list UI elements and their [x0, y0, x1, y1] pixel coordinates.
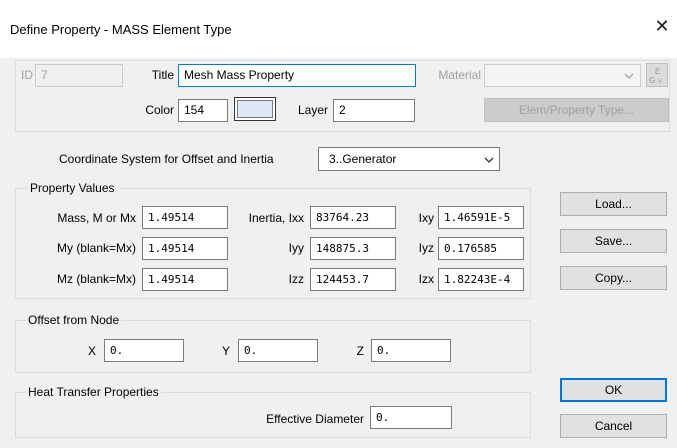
cancel-button[interactable]: Cancel: [560, 414, 667, 438]
save-button[interactable]: Save...: [560, 229, 667, 253]
offset-legend: Offset from Node: [26, 312, 122, 328]
layer-input[interactable]: 2: [333, 99, 415, 122]
effective-diameter-label: Effective Diameter: [266, 412, 364, 426]
color-swatch-button[interactable]: [234, 97, 276, 121]
load-button[interactable]: Load...: [560, 192, 667, 216]
iyy-input[interactable]: 148875.3: [310, 237, 396, 260]
offset-y-label: Y: [221, 344, 230, 358]
chevron-down-icon: [624, 73, 634, 79]
window-title: Define Property - MASS Element Type: [10, 22, 232, 37]
iyz-label: Iyz: [418, 241, 434, 255]
id-field: 7: [35, 64, 123, 87]
material-combo: [484, 64, 641, 87]
mass-label: Mass, M or Mx: [57, 211, 136, 225]
title-label: Title: [151, 68, 174, 82]
coord-label: Coordinate System for Offset and Inertia: [59, 152, 274, 166]
copy-button[interactable]: Copy...: [560, 266, 667, 290]
material-library-icon: E G ν: [649, 67, 662, 85]
offset-z-input[interactable]: 0.: [371, 339, 451, 362]
elem-property-type-button: Elem/Property Type...: [484, 98, 669, 122]
chevron-down-icon: [484, 157, 494, 163]
offset-x-input[interactable]: 0.: [104, 339, 184, 362]
ixx-input[interactable]: 83764.23: [310, 206, 396, 229]
layer-label: Layer: [297, 103, 328, 117]
offset-y-input[interactable]: 0.: [238, 339, 318, 362]
mz-label: Mz (blank=Mx): [56, 272, 136, 286]
coord-system-select[interactable]: 3..Generator: [318, 147, 500, 171]
svg-text:G: G: [649, 76, 655, 85]
offset-z-label: Z: [356, 344, 364, 358]
iyz-input[interactable]: 0.176585: [438, 237, 524, 260]
offset-x-label: X: [87, 344, 96, 358]
effective-diameter-input[interactable]: 0.: [370, 406, 452, 429]
ixy-input[interactable]: 1.46591E-5: [438, 206, 524, 229]
my-input[interactable]: 1.49514: [142, 237, 228, 260]
svg-text:ν: ν: [658, 76, 662, 85]
color-swatch: [237, 100, 273, 118]
material-browse-button: E G ν: [646, 63, 668, 87]
coord-system-value: 3..Generator: [329, 152, 397, 166]
property-values-legend: Property Values: [28, 180, 117, 196]
iyy-label: Iyy: [288, 241, 304, 255]
svg-text:E: E: [655, 67, 660, 76]
izz-input[interactable]: 124453.7: [310, 268, 396, 291]
color-input[interactable]: 154: [178, 99, 228, 122]
title-input[interactable]: Mesh Mass Property: [178, 64, 416, 87]
mass-input[interactable]: 1.49514: [142, 206, 228, 229]
izz-label: Izz: [288, 272, 304, 286]
ixy-label: Ixy: [418, 211, 434, 225]
ok-button[interactable]: OK: [560, 378, 667, 402]
id-label: ID: [21, 68, 33, 82]
heat-transfer-legend: Heat Transfer Properties: [26, 384, 161, 400]
izx-input[interactable]: 1.82243E-4: [438, 268, 524, 291]
color-label: Color: [145, 103, 174, 117]
material-label: Material: [438, 68, 481, 82]
close-icon[interactable]: ✕: [651, 16, 673, 38]
my-label: My (blank=Mx): [56, 241, 136, 255]
ixx-label: Inertia, Ixx: [248, 211, 304, 225]
mz-input[interactable]: 1.49514: [142, 268, 228, 291]
izx-label: Izx: [418, 272, 434, 286]
